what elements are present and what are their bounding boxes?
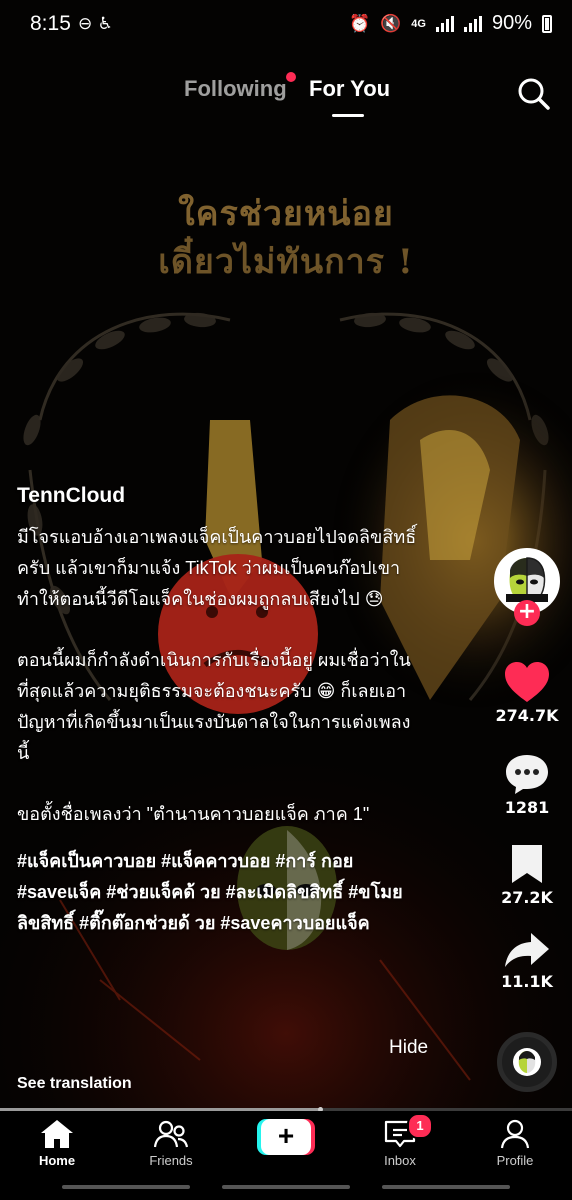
caption-paragraph: มีโจรแอบอ้างเอาเพลงแจ็คเป็นคาวบอยไปจดลิข…	[17, 527, 417, 609]
creator-avatar[interactable]: +	[494, 548, 560, 626]
video-overlay-text-line-2: เดี๋ยวไม่ทันการ !	[158, 242, 414, 282]
tab-for-you[interactable]: For You	[309, 76, 390, 102]
search-icon	[518, 78, 550, 110]
active-tab-indicator	[332, 114, 364, 117]
nav-profile-label: Profile	[496, 1153, 534, 1168]
gesture-pill-center	[222, 1185, 350, 1189]
feed-tabs: Following For You	[0, 72, 572, 122]
signal-icon-2	[463, 15, 482, 32]
signal-icon-1	[435, 15, 454, 32]
heart-icon	[505, 662, 549, 702]
alarm-icon: ⏰	[348, 13, 371, 33]
bookmark-count: 27.2K	[501, 888, 553, 907]
author-username[interactable]: TennCloud	[17, 484, 417, 508]
share-count: 11.1K	[501, 972, 553, 991]
following-notification-dot	[286, 72, 296, 82]
nav-friends[interactable]: Friends	[126, 1119, 216, 1168]
gesture-pill-right	[382, 1185, 510, 1189]
share-button[interactable]: 11.1K	[488, 930, 566, 991]
battery-icon	[542, 14, 552, 33]
bookmark-button[interactable]: 27.2K	[488, 842, 566, 907]
video-overlay-text-line-1: ใครช่วยหน่อย	[178, 194, 394, 234]
sound-disc-button[interactable]	[497, 1032, 557, 1092]
system-gesture-bar	[0, 1180, 572, 1200]
friends-icon	[154, 1120, 188, 1148]
share-arrow-icon	[505, 933, 549, 967]
do-not-disturb-icon: ⊖	[78, 14, 93, 34]
nav-home[interactable]: Home	[12, 1119, 102, 1168]
network-type: 4G	[411, 17, 426, 30]
status-left-icons: ⊖ ♿	[78, 14, 113, 34]
status-time: 8:15	[30, 12, 71, 35]
status-right-icons: ⏰ 🔇 4G 90%	[349, 12, 552, 35]
sound-disc-icon	[513, 1048, 541, 1076]
hide-caption-button[interactable]: Hide	[389, 1037, 428, 1059]
create-plus-glyph: +	[277, 1120, 295, 1151]
comment-button[interactable]: 1281	[488, 752, 566, 817]
caption-paragraph: ตอนนี้ผมก็กำลังดำเนินการกับเรื่องนี้อยู่…	[17, 650, 411, 763]
accessibility-icon: ♿	[97, 14, 113, 34]
follow-button[interactable]: +	[514, 600, 540, 626]
like-button[interactable]: 274.7K	[488, 660, 566, 725]
caption-paragraph: ขอตั้งชื่อเพลงว่า "ตำนานคาวบอยแจ็ค ภาค 1…	[17, 804, 370, 824]
video-caption: TennCloud มีโจรแอบอ้างเอาเพลงแจ็คเป็นคาว…	[17, 484, 417, 939]
bookmark-icon	[512, 845, 542, 883]
comment-count: 1281	[504, 798, 550, 817]
nav-home-label: Home	[38, 1153, 76, 1168]
profile-icon	[500, 1119, 530, 1149]
see-translation-button[interactable]: See translation	[17, 1075, 132, 1093]
status-bar: 8:15 ⊖ ♿ ⏰ 🔇 4G 90%	[0, 0, 572, 52]
nav-inbox-label: Inbox	[384, 1153, 416, 1168]
caption-hashtags[interactable]: #แจ็คเป็นคาวบอย #แจ็คคาวบอย #การ์ กอย #s…	[17, 846, 417, 939]
battery-percent: 90%	[491, 12, 532, 34]
search-button[interactable]	[514, 74, 554, 114]
like-count: 274.7K	[495, 706, 559, 725]
nav-profile[interactable]: Profile	[470, 1119, 560, 1168]
gesture-pill-left	[62, 1185, 190, 1189]
create-video-button[interactable]: +	[257, 1119, 315, 1155]
home-icon	[41, 1120, 73, 1148]
bottom-navigation: Home Friends + Inbox Profile	[0, 1111, 572, 1179]
inbox-badge: 1	[407, 1113, 433, 1139]
nav-friends-label: Friends	[149, 1153, 193, 1168]
tab-following[interactable]: Following	[184, 76, 287, 102]
comment-icon	[506, 755, 548, 794]
mute-icon: 🔇	[380, 13, 402, 33]
